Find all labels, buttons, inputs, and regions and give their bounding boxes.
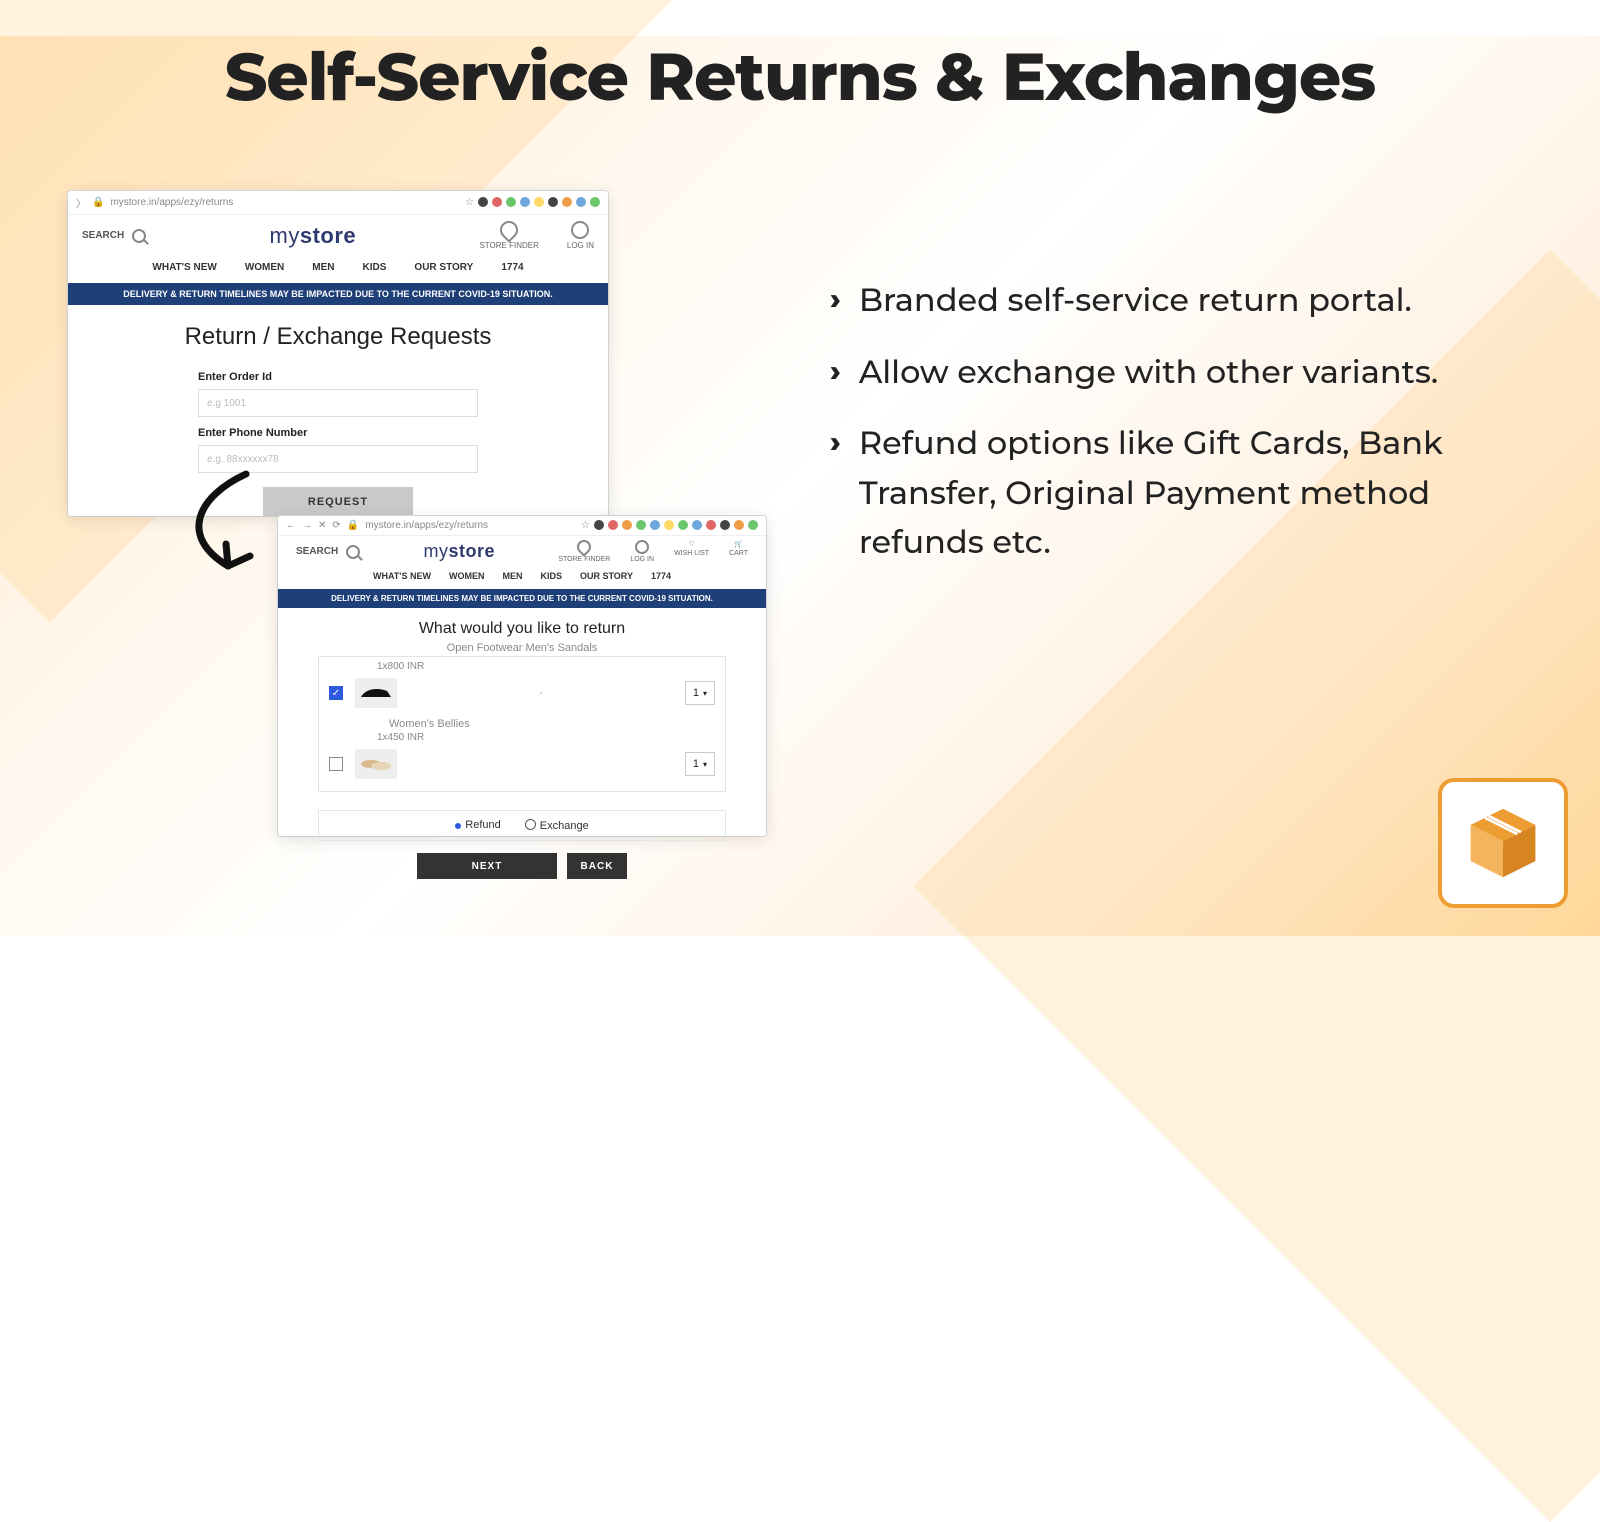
cart-icon: 🛒 bbox=[734, 540, 743, 548]
cart-link[interactable]: 🛒CART bbox=[729, 540, 748, 563]
return-item-list: 1x800 INR ✓ - 1▾ Women's Bellies 1x450 I… bbox=[318, 656, 726, 792]
screenshot-return-request: 〉 🔒 mystore.in/apps/ezy/returns ☆ SEARCH… bbox=[68, 191, 608, 516]
chevron-right-icon: › bbox=[830, 276, 841, 326]
order-id-label: Enter Order Id bbox=[198, 371, 478, 383]
screenshot-select-items: ← → ✕ ⟳ 🔒 mystore.in/apps/ezy/returns ☆ … bbox=[278, 516, 766, 836]
nav-item[interactable]: KIDS bbox=[540, 571, 562, 581]
pin-icon bbox=[574, 537, 594, 557]
product-logo bbox=[1438, 778, 1568, 908]
top-nav: WHAT'S NEW WOMEN MEN KIDS OUR STORY 1774 bbox=[278, 567, 766, 589]
nav-item[interactable]: OUR STORY bbox=[580, 571, 633, 581]
bullet-text: Refund options like Gift Cards, Bank Tra… bbox=[859, 419, 1520, 568]
search-icon[interactable] bbox=[346, 545, 360, 559]
nav-item[interactable]: KIDS bbox=[363, 262, 387, 273]
store-finder-link[interactable]: STORE FINDER bbox=[558, 540, 610, 563]
user-icon bbox=[635, 540, 649, 554]
top-nav: WHAT'S NEW WOMEN MEN KIDS OUR STORY 1774 bbox=[68, 256, 608, 283]
exchange-radio[interactable]: Exchange bbox=[525, 819, 589, 832]
quantity-select[interactable]: 1▾ bbox=[685, 752, 715, 776]
login-link[interactable]: LOG IN bbox=[630, 540, 654, 563]
product-thumbnail bbox=[355, 749, 397, 779]
search-icon[interactable] bbox=[132, 229, 146, 243]
covid-banner: DELIVERY & RETURN TIMELINES MAY BE IMPAC… bbox=[68, 283, 608, 305]
browser-url-bar[interactable]: ← → ✕ ⟳ 🔒 mystore.in/apps/ezy/returns ☆ bbox=[278, 516, 766, 536]
bullet-text: Branded self-service return portal. bbox=[859, 276, 1412, 326]
search-label: SEARCH bbox=[296, 546, 338, 557]
quantity-select[interactable]: 1▾ bbox=[685, 681, 715, 705]
url-text: mystore.in/apps/ezy/returns bbox=[365, 520, 488, 531]
covid-banner: DELIVERY & RETURN TIMELINES MAY BE IMPAC… bbox=[278, 589, 766, 608]
page-title: Self-Service Returns & Exchanges bbox=[0, 36, 1600, 117]
browser-extension-icons[interactable]: ☆ bbox=[581, 520, 758, 531]
chevron-right-icon: › bbox=[830, 419, 841, 568]
item-name: Women's Bellies bbox=[389, 718, 725, 730]
url-text: mystore.in/apps/ezy/returns bbox=[110, 197, 233, 208]
return-item-row[interactable]: ✓ - 1▾ bbox=[319, 674, 725, 712]
lock-icon: 🔒 bbox=[92, 197, 104, 208]
item-dash: - bbox=[409, 688, 673, 699]
wishlist-link[interactable]: ♡WISH LIST bbox=[674, 540, 709, 563]
back-icon[interactable]: ← bbox=[286, 520, 296, 531]
chevron-down-icon: ▾ bbox=[703, 689, 707, 698]
item-name: Open Footwear Men's Sandals bbox=[318, 642, 726, 654]
nav-item[interactable]: WHAT'S NEW bbox=[152, 262, 216, 273]
request-button[interactable]: REQUEST bbox=[263, 487, 413, 517]
nav-item[interactable]: WOMEN bbox=[245, 262, 284, 273]
pin-icon bbox=[496, 217, 521, 242]
lock-icon: 🔒 bbox=[347, 520, 359, 531]
browser-url-bar[interactable]: 〉 🔒 mystore.in/apps/ezy/returns ☆ bbox=[68, 191, 608, 215]
back-button[interactable]: BACK bbox=[567, 853, 627, 879]
item-checkbox[interactable] bbox=[329, 757, 343, 771]
nav-item[interactable]: 1774 bbox=[501, 262, 523, 273]
heart-icon: ♡ bbox=[688, 540, 694, 548]
store-logo[interactable]: mystore bbox=[424, 541, 496, 562]
reload-icon[interactable]: ⟳ bbox=[332, 520, 340, 531]
nav-item[interactable]: 1774 bbox=[651, 571, 671, 581]
login-link[interactable]: LOG IN bbox=[567, 221, 594, 250]
return-item-row[interactable]: 1▾ bbox=[319, 745, 725, 783]
product-thumbnail bbox=[355, 678, 397, 708]
nav-item[interactable]: WOMEN bbox=[449, 571, 485, 581]
phone-label: Enter Phone Number bbox=[198, 427, 478, 439]
select-items-heading: What would you like to return bbox=[318, 620, 726, 638]
nav-item[interactable]: WHAT'S NEW bbox=[373, 571, 431, 581]
next-button[interactable]: NEXT bbox=[417, 853, 557, 879]
store-finder-link[interactable]: STORE FINDER bbox=[479, 221, 538, 250]
chevron-down-icon: ▾ bbox=[703, 760, 707, 769]
store-logo[interactable]: mystore bbox=[270, 223, 357, 249]
feature-bullets: › Branded self-service return portal. › Al… bbox=[830, 276, 1520, 590]
chevron-right-icon: › bbox=[830, 348, 841, 398]
box-icon bbox=[1458, 798, 1548, 888]
browser-extension-icons[interactable]: ☆ bbox=[465, 197, 600, 208]
refund-exchange-options: Refund Exchange bbox=[318, 810, 726, 841]
item-price: 1x800 INR bbox=[377, 661, 725, 672]
nav-item[interactable]: MEN bbox=[312, 262, 334, 273]
forward-icon[interactable]: → bbox=[302, 520, 312, 531]
nav-item[interactable]: OUR STORY bbox=[414, 262, 473, 273]
close-icon[interactable]: ✕ bbox=[318, 520, 326, 531]
bullet-text: Allow exchange with other variants. bbox=[859, 348, 1438, 398]
back-icon[interactable]: 〉 bbox=[76, 195, 86, 210]
item-price: 1x450 INR bbox=[377, 732, 725, 743]
order-id-input[interactable]: e.g 1001 bbox=[198, 389, 478, 417]
nav-item[interactable]: MEN bbox=[502, 571, 522, 581]
flow-arrow-icon bbox=[168, 466, 278, 581]
user-icon bbox=[571, 221, 589, 239]
item-checkbox[interactable]: ✓ bbox=[329, 686, 343, 700]
search-label: SEARCH bbox=[82, 230, 124, 241]
form-heading: Return / Exchange Requests bbox=[108, 323, 568, 351]
refund-radio[interactable]: Refund bbox=[455, 819, 500, 832]
